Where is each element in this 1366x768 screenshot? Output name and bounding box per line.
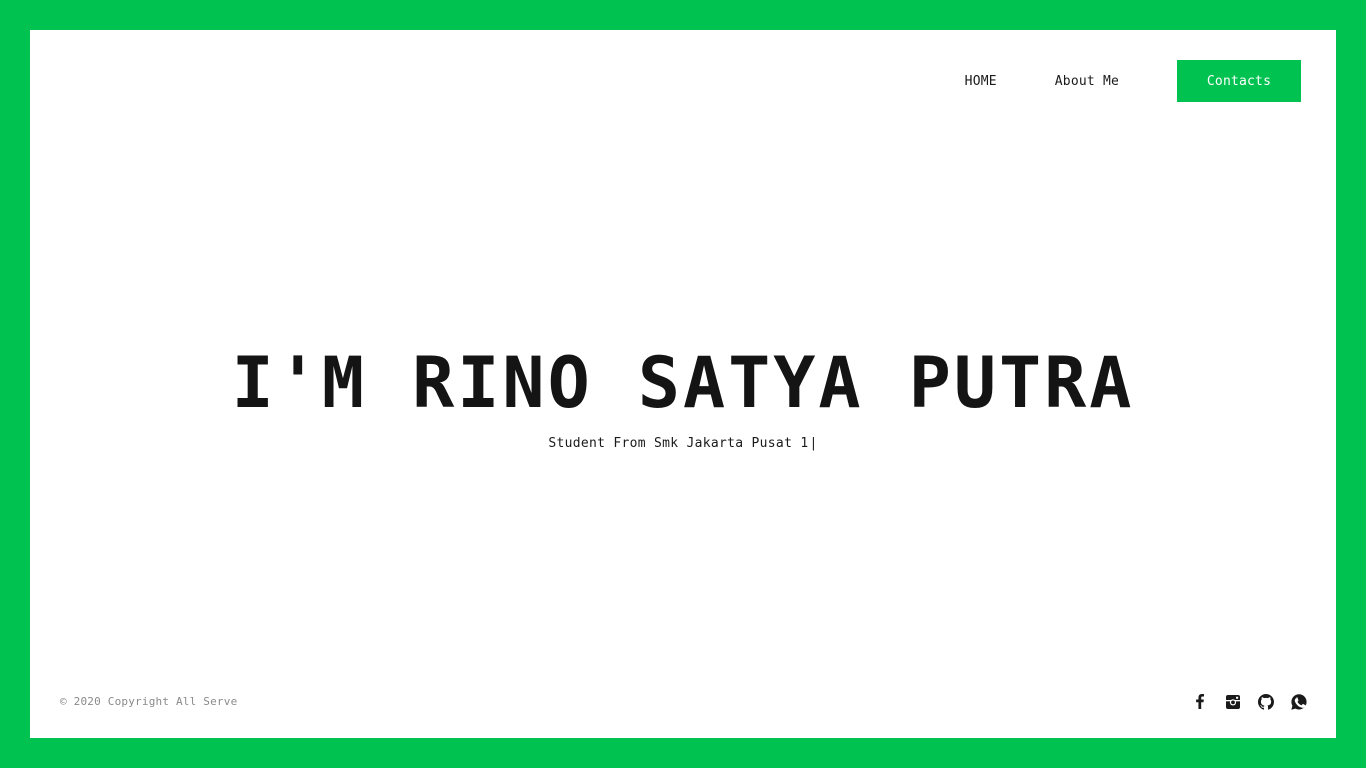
github-icon[interactable] <box>1257 693 1274 710</box>
facebook-icon[interactable] <box>1191 693 1208 710</box>
instagram-icon[interactable] <box>1224 693 1241 710</box>
hero-title: I'M RINO SATYA PUTRA <box>231 342 1135 424</box>
hero-section: I'M RINO SATYA PUTRA Student From Smk Ja… <box>30 348 1336 451</box>
whatsapp-icon[interactable] <box>1290 693 1307 710</box>
nav-home-link[interactable]: HOME <box>965 74 997 89</box>
top-nav: HOME About Me Contacts <box>965 60 1301 102</box>
footer-copyright: © 2020 Copyright All Serve <box>60 695 238 708</box>
hero-subtitle: Student From Smk Jakarta Pusat 1| <box>30 436 1336 451</box>
social-links <box>1175 693 1307 710</box>
contacts-button[interactable]: Contacts <box>1177 60 1301 102</box>
nav-about-link[interactable]: About Me <box>1055 74 1119 89</box>
typing-cursor: | <box>809 436 818 451</box>
hero-subtitle-text: Student From Smk Jakarta Pusat 1 <box>548 436 809 451</box>
page-frame: HOME About Me Contacts I'M RINO SATYA PU… <box>30 30 1336 738</box>
